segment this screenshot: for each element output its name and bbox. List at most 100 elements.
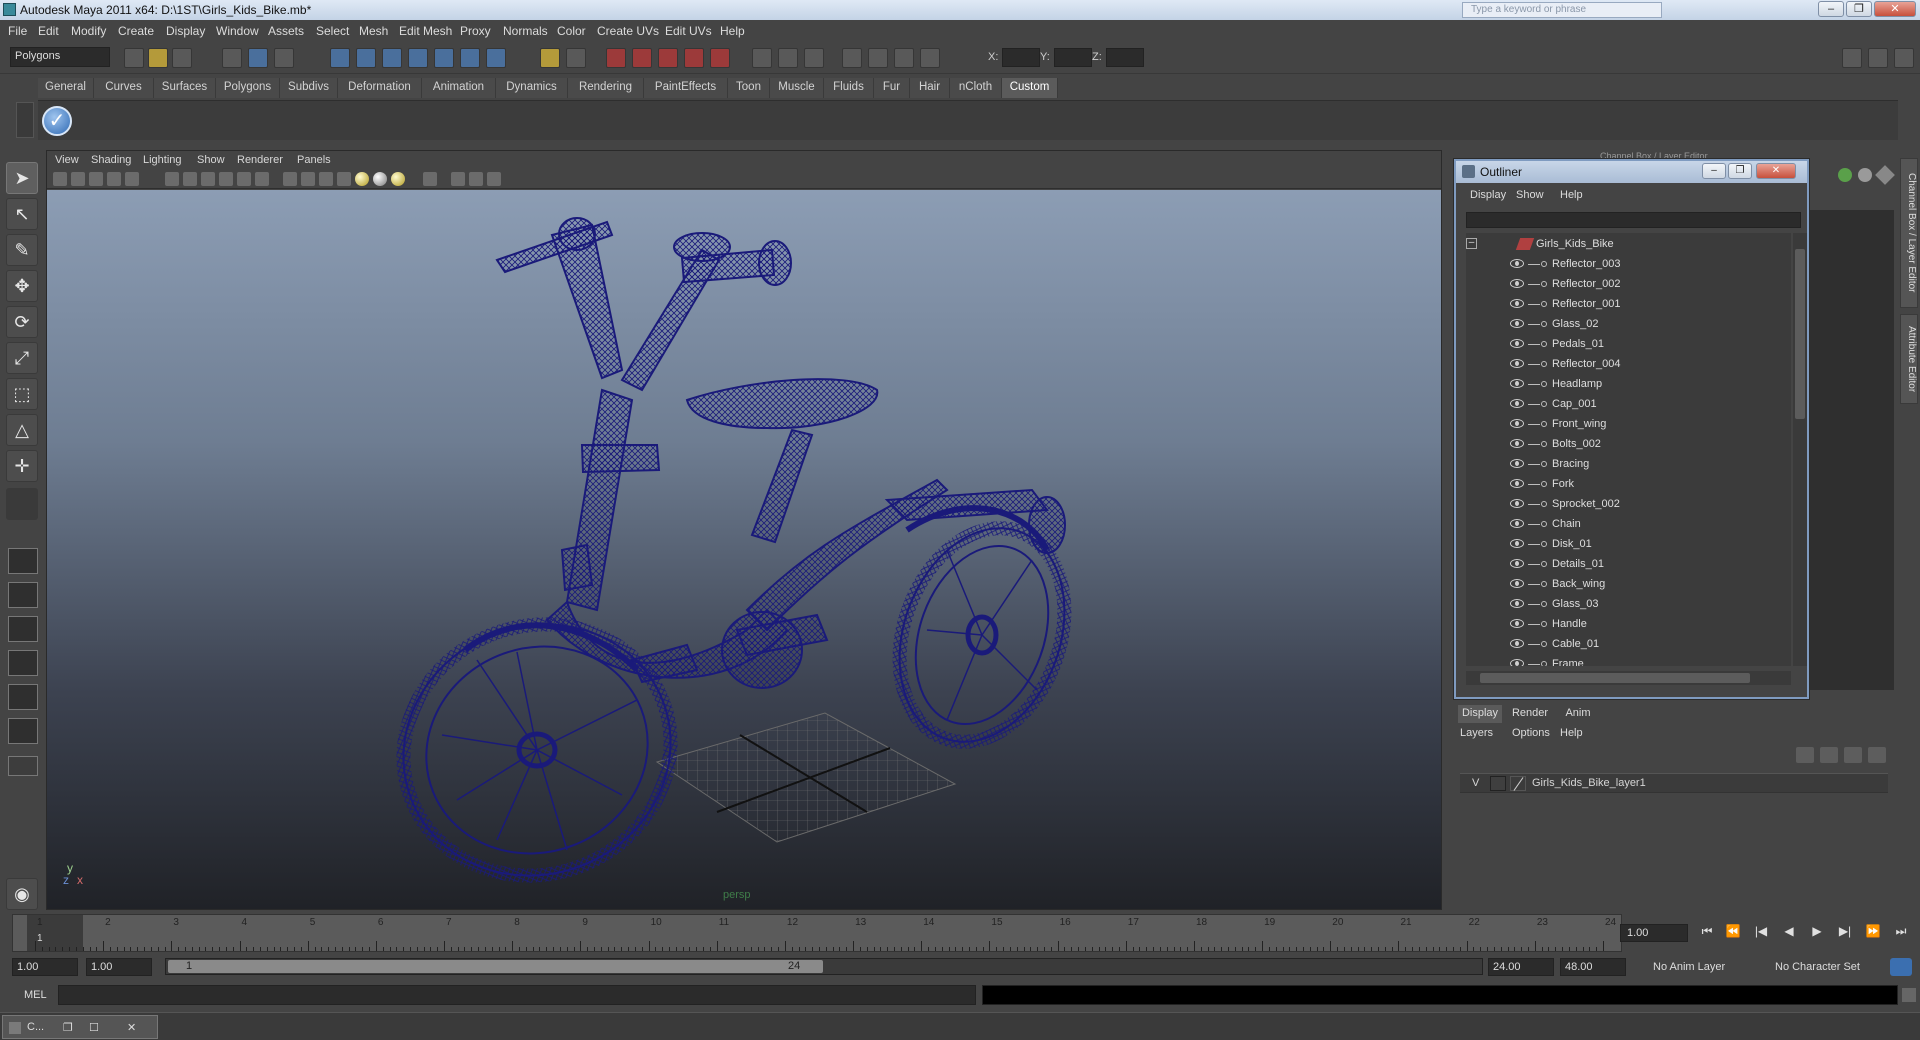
- layer-display-type-icon[interactable]: [1510, 776, 1526, 791]
- play-forwards-button[interactable]: ▶: [1806, 924, 1828, 942]
- safe-action-icon[interactable]: [487, 172, 501, 186]
- menu-modify[interactable]: Modify: [71, 24, 106, 38]
- task-restore-button[interactable]: ❐: [63, 1021, 73, 1034]
- tab-polygons[interactable]: Polygons: [216, 78, 280, 98]
- toggle-shelf-icon[interactable]: [778, 48, 798, 68]
- render-view-icon[interactable]: [710, 48, 730, 68]
- select-component-icon[interactable]: [274, 48, 294, 68]
- ipr-render-icon[interactable]: [632, 48, 652, 68]
- tab-surfaces[interactable]: Surfaces: [154, 78, 216, 98]
- outliner-scroll-thumb[interactable]: [1795, 249, 1805, 419]
- outliner-item[interactable]: Front_wing: [1466, 415, 1791, 435]
- layer-tab-display[interactable]: Display: [1458, 705, 1502, 723]
- outliner-item[interactable]: Handle: [1466, 615, 1791, 635]
- isolate-icon[interactable]: [373, 172, 387, 186]
- perspective-viewport[interactable]: View Shading Lighting Show Renderer Pane…: [46, 150, 1442, 910]
- tab-subdivs[interactable]: Subdivs: [280, 78, 338, 98]
- outliner-item[interactable]: Bolts_002: [1466, 435, 1791, 455]
- outliner-item[interactable]: Bracing: [1466, 455, 1791, 475]
- mel-label[interactable]: MEL: [24, 989, 47, 1001]
- history-icon[interactable]: [460, 48, 480, 68]
- outliner-item[interactable]: Pedals_01: [1466, 335, 1791, 355]
- vp-menu-lighting[interactable]: Lighting: [143, 154, 182, 166]
- playback-end-field[interactable]: 24.00: [1488, 958, 1554, 976]
- tab-attribute-editor[interactable]: Attribute Editor: [1900, 314, 1918, 404]
- step-forward-key-button[interactable]: ⏩: [1862, 924, 1884, 942]
- menu-file[interactable]: File: [8, 24, 27, 38]
- toggle-panel-icon[interactable]: [752, 48, 772, 68]
- close-button[interactable]: ✕: [1874, 1, 1916, 17]
- menu-normals[interactable]: Normals: [503, 24, 548, 38]
- open-scene-icon[interactable]: [148, 48, 168, 68]
- new-layer-selected-icon[interactable]: [1868, 747, 1886, 763]
- go-to-end-button[interactable]: ⏭: [1890, 924, 1912, 942]
- hypershade-layout-icon[interactable]: [8, 718, 38, 744]
- menu-create[interactable]: Create: [118, 24, 154, 38]
- outliner-menu-help[interactable]: Help: [1560, 189, 1583, 201]
- time-slider[interactable]: 1 1 2 3 4 5 6 7 8 9 10 11 12 13 14 15 16 17 18 19 20 21 22 23 2…: [12, 914, 1622, 952]
- task-close-button[interactable]: ✕: [127, 1021, 136, 1034]
- menu-create-uvs[interactable]: Create UVs: [597, 24, 659, 38]
- outliner-item[interactable]: Headlamp: [1466, 375, 1791, 395]
- snap-curve-icon[interactable]: [356, 48, 376, 68]
- vp-menu-view[interactable]: View: [55, 154, 79, 166]
- maximize-button[interactable]: ❐: [1846, 1, 1872, 17]
- default-light-icon[interactable]: [283, 172, 297, 186]
- vp-menu-panels[interactable]: Panels: [297, 154, 331, 166]
- outliner-item[interactable]: Sprocket_002: [1466, 495, 1791, 515]
- select-object-icon[interactable]: [248, 48, 268, 68]
- outliner-title-bar[interactable]: Outliner – ❐ ✕: [1456, 161, 1807, 183]
- outliner-item[interactable]: Cap_001: [1466, 395, 1791, 415]
- film-gate-icon[interactable]: [451, 172, 465, 186]
- outliner-filter-input[interactable]: [1466, 212, 1801, 228]
- resolution-gate-icon[interactable]: [469, 172, 483, 186]
- four-pane-layout-icon[interactable]: [8, 582, 38, 608]
- grid-toggle-icon[interactable]: [125, 172, 139, 186]
- save-scene-icon[interactable]: [172, 48, 192, 68]
- select-light-icon[interactable]: [319, 172, 333, 186]
- auto-key-icon[interactable]: [1890, 958, 1912, 976]
- step-forward-frame-button[interactable]: ▶|: [1834, 924, 1856, 942]
- outliner-vertical-scrollbar[interactable]: [1793, 233, 1807, 666]
- lasso-tool-icon[interactable]: ↖: [6, 198, 38, 230]
- menu-set-dropdown[interactable]: Polygons: [10, 47, 110, 67]
- input-ops-icon[interactable]: [540, 48, 560, 68]
- layer-menu-options[interactable]: Options: [1512, 727, 1550, 739]
- single-pane-layout-icon[interactable]: [8, 548, 38, 574]
- textured-icon[interactable]: [237, 172, 251, 186]
- hypershade-icon[interactable]: [684, 48, 704, 68]
- go-to-start-button[interactable]: ⏮: [1696, 924, 1718, 942]
- outliner-item[interactable]: Chain: [1466, 515, 1791, 535]
- snap-surface-icon[interactable]: [434, 48, 454, 68]
- task-maximize-button[interactable]: ☐: [89, 1021, 99, 1034]
- shadows-icon[interactable]: [337, 172, 351, 186]
- start-time-field[interactable]: 1.00: [12, 958, 78, 976]
- menu-help[interactable]: Help: [720, 24, 745, 38]
- select-tool-icon[interactable]: ➤: [6, 162, 38, 194]
- outliner-item[interactable]: Details_01: [1466, 555, 1791, 575]
- isolate-select-icon[interactable]: [423, 172, 437, 186]
- vp-menu-renderer[interactable]: Renderer: [237, 154, 283, 166]
- outliner-item[interactable]: Fork: [1466, 475, 1791, 495]
- minimize-button[interactable]: –: [1818, 1, 1844, 17]
- scale-tool-icon[interactable]: ⤢: [6, 342, 38, 374]
- move-layer-up-icon[interactable]: [1796, 747, 1814, 763]
- tab-painteffects[interactable]: PaintEffects: [644, 78, 728, 98]
- menu-proxy[interactable]: Proxy: [460, 24, 491, 38]
- playback-start-field[interactable]: 1.00: [86, 958, 152, 976]
- show-manip-icon[interactable]: ✛: [6, 450, 38, 482]
- tab-channel-box[interactable]: Channel Box / Layer Editor: [1900, 158, 1918, 308]
- check-icon[interactable]: ✓: [42, 106, 72, 136]
- tab-hair[interactable]: Hair: [910, 78, 950, 98]
- outliner-item[interactable]: Frame: [1466, 655, 1791, 666]
- hq-render-icon[interactable]: [391, 172, 405, 186]
- current-time-field[interactable]: 1.00: [1620, 924, 1688, 942]
- vp-menu-show[interactable]: Show: [197, 154, 225, 166]
- tab-custom[interactable]: Custom: [1002, 78, 1058, 98]
- help-search-input[interactable]: Type a keyword or phrase: [1462, 2, 1662, 18]
- soft-mod-icon[interactable]: △: [6, 414, 38, 446]
- range-slider[interactable]: 1 24: [165, 958, 1483, 975]
- layer-tab-anim[interactable]: Anim: [1558, 705, 1598, 723]
- camera-select-icon[interactable]: [53, 172, 67, 186]
- outliner-hscroll-thumb[interactable]: [1480, 673, 1750, 683]
